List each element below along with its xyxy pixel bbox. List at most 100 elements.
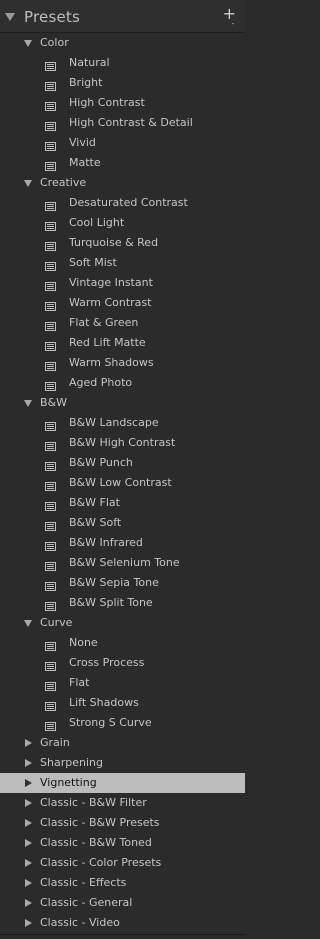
preset-item-label: Matte [69, 156, 101, 169]
preset-item[interactable]: Vivid [0, 133, 245, 153]
preset-icon [45, 158, 56, 171]
preset-icon [45, 278, 56, 291]
disclosure-closed-icon[interactable] [25, 879, 32, 887]
preset-icon [45, 438, 56, 451]
preset-group-sharpening[interactable]: Sharpening [0, 753, 245, 773]
disclosure-closed-icon[interactable] [25, 859, 32, 867]
presets-panel: Presets + - Color Natural Bright High Contra… [0, 0, 245, 939]
preset-group-classic-color-presets[interactable]: Classic - Color Presets [0, 853, 245, 873]
add-preset-button[interactable]: + - [223, 6, 236, 29]
preset-group-classic-effects[interactable]: Classic - Effects [0, 873, 245, 893]
preset-item-label: B&W Landscape [69, 416, 159, 429]
preset-item[interactable]: B&W Sepia Tone [0, 573, 245, 593]
preset-item-label: Strong S Curve [69, 716, 152, 729]
preset-group-classic-bandw-filter[interactable]: Classic - B&W Filter [0, 793, 245, 813]
preset-icon [45, 98, 56, 111]
disclosure-open-icon[interactable] [24, 620, 32, 627]
preset-item[interactable]: Bright [0, 73, 245, 93]
preset-item[interactable]: Lift Shadows [0, 693, 245, 713]
preset-item[interactable]: High Contrast & Detail [0, 113, 245, 133]
preset-item[interactable]: B&W Landscape [0, 413, 245, 433]
preset-item-label: Cool Light [69, 216, 125, 229]
preset-icon [45, 238, 56, 251]
preset-item[interactable]: B&W Soft [0, 513, 245, 533]
preset-item[interactable]: Red Lift Matte [0, 333, 245, 353]
preset-item-label: B&W Split Tone [69, 596, 153, 609]
preset-item-label: B&W Low Contrast [69, 476, 172, 489]
preset-item[interactable]: Cross Process [0, 653, 245, 673]
disclosure-closed-icon[interactable] [25, 759, 32, 767]
preset-group-color[interactable]: Color [0, 33, 245, 53]
preset-item-label: B&W Punch [69, 456, 133, 469]
preset-icon [45, 698, 56, 711]
preset-group-label: Classic - Video [40, 916, 120, 929]
preset-group-label: Sharpening [40, 756, 103, 769]
preset-item[interactable]: Vintage Instant [0, 273, 245, 293]
preset-item[interactable]: B&W Split Tone [0, 593, 245, 613]
presets-panel-header[interactable]: Presets + - [0, 0, 245, 33]
disclosure-open-icon[interactable] [24, 180, 32, 187]
preset-item[interactable]: Flat & Green [0, 313, 245, 333]
disclosure-closed-icon[interactable] [25, 819, 32, 827]
disclosure-open-icon[interactable] [24, 400, 32, 407]
preset-item-label: Aged Photo [69, 376, 133, 389]
preset-item[interactable]: Strong S Curve [0, 713, 245, 733]
collapse-triangle-icon[interactable] [5, 13, 15, 21]
preset-group-classic-general[interactable]: Classic - General [0, 893, 245, 913]
preset-item[interactable]: B&W High Contrast [0, 433, 245, 453]
preset-icon [45, 578, 56, 591]
preset-item[interactable]: Warm Shadows [0, 353, 245, 373]
disclosure-closed-icon[interactable] [25, 739, 32, 747]
preset-item[interactable]: High Contrast [0, 93, 245, 113]
preset-item[interactable]: B&W Flat [0, 493, 245, 513]
preset-item[interactable]: Warm Contrast [0, 293, 245, 313]
preset-item[interactable]: B&W Infrared [0, 533, 245, 553]
preset-item-label: Vivid [69, 136, 96, 149]
preset-item[interactable]: Natural [0, 53, 245, 73]
preset-icon [45, 678, 56, 691]
disclosure-closed-icon[interactable] [25, 899, 32, 907]
preset-group-creative[interactable]: Creative [0, 173, 245, 193]
preset-group-classic-video[interactable]: Classic - Video [0, 913, 245, 933]
preset-item[interactable]: None [0, 633, 245, 653]
preset-group-grain[interactable]: Grain [0, 733, 245, 753]
preset-group-bandw[interactable]: B&W [0, 393, 245, 413]
preset-item[interactable]: B&W Selenium Tone [0, 553, 245, 573]
preset-tree: Color Natural Bright High Contrast High Cont… [0, 33, 245, 933]
preset-item[interactable]: B&W Punch [0, 453, 245, 473]
preset-group-classic-bandw-toned[interactable]: Classic - B&W Toned [0, 833, 245, 853]
preset-icon [45, 118, 56, 131]
preset-group-classic-bandw-presets[interactable]: Classic - B&W Presets [0, 813, 245, 833]
preset-group-curve[interactable]: Curve [0, 613, 245, 633]
disclosure-closed-icon[interactable] [25, 919, 32, 927]
preset-group-label: Classic - General [40, 896, 133, 909]
preset-item[interactable]: Desaturated Contrast [0, 193, 245, 213]
disclosure-closed-icon[interactable] [25, 799, 32, 807]
preset-icon [45, 458, 56, 471]
preset-item-label: B&W Infrared [69, 536, 143, 549]
preset-icon [45, 518, 56, 531]
preset-item-label: Lift Shadows [69, 696, 139, 709]
preset-group-label: Curve [40, 616, 73, 629]
preset-icon [45, 318, 56, 331]
preset-group-label: Grain [40, 736, 70, 749]
preset-group-label: Classic - B&W Toned [40, 836, 152, 849]
preset-icon [45, 538, 56, 551]
preset-item[interactable]: Flat [0, 673, 245, 693]
preset-group-vignetting[interactable]: Vignetting [0, 773, 245, 793]
preset-item-label: Soft Mist [69, 256, 117, 269]
preset-icon [45, 598, 56, 611]
preset-item[interactable]: Matte [0, 153, 245, 173]
minus-icon: - [231, 20, 235, 28]
preset-group-label: Classic - B&W Filter [40, 796, 147, 809]
preset-item[interactable]: B&W Low Contrast [0, 473, 245, 493]
disclosure-closed-icon[interactable] [25, 779, 32, 787]
disclosure-closed-icon[interactable] [25, 839, 32, 847]
preset-group-label: B&W [40, 396, 68, 409]
disclosure-open-icon[interactable] [24, 40, 32, 47]
preset-item[interactable]: Cool Light [0, 213, 245, 233]
preset-item[interactable]: Turquoise & Red [0, 233, 245, 253]
preset-item[interactable]: Aged Photo [0, 373, 245, 393]
preset-item[interactable]: Soft Mist [0, 253, 245, 273]
preset-item-label: Bright [69, 76, 103, 89]
